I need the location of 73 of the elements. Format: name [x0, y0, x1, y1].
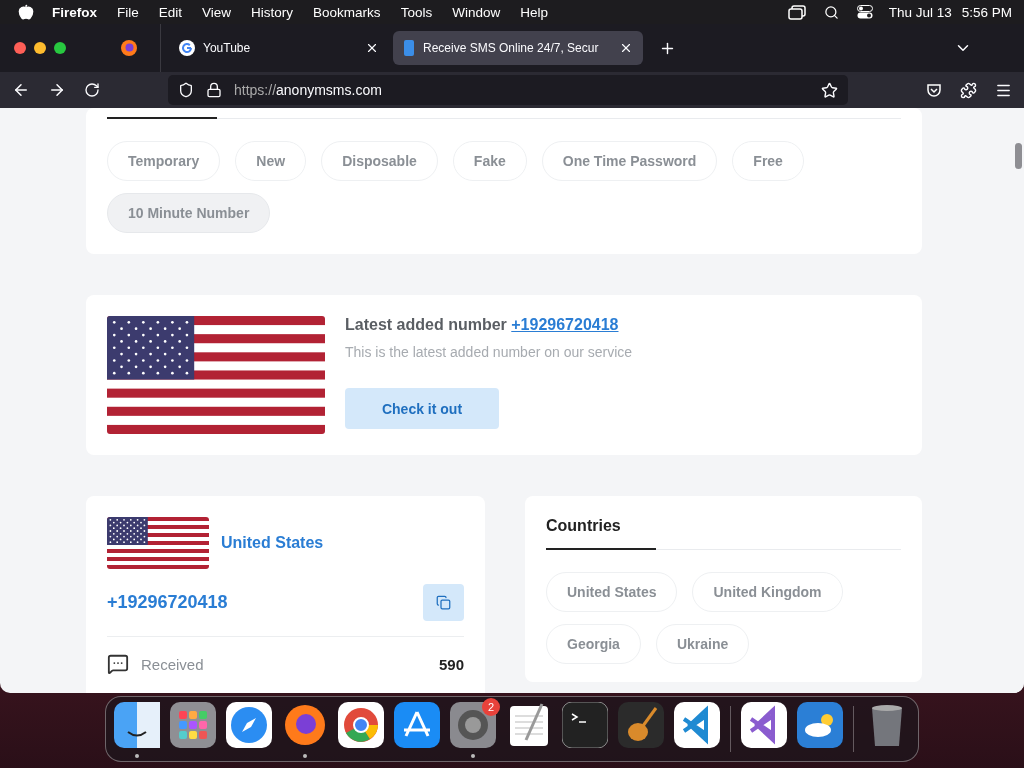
copy-icon	[436, 595, 451, 610]
menu-item[interactable]: File	[107, 4, 149, 20]
tag-chip[interactable]: Disposable	[321, 141, 438, 181]
windows-icon[interactable]	[787, 4, 806, 20]
menu-item[interactable]: Firefox	[42, 4, 107, 20]
country-chip[interactable]: Georgia	[546, 624, 641, 664]
check-it-out-button[interactable]: Check it out	[345, 388, 499, 429]
g-logo-icon	[179, 40, 195, 56]
code-ribbon-icon[interactable]	[674, 702, 720, 748]
menu-item[interactable]: Bookmarks	[303, 4, 391, 20]
search-icon[interactable]	[823, 4, 839, 20]
number-link[interactable]: +19296720418	[511, 316, 619, 333]
compass-icon[interactable]	[226, 702, 272, 748]
phone-number: +19296720418	[107, 592, 229, 613]
grid-icon[interactable]	[170, 702, 216, 748]
smiling-face-icon[interactable]	[114, 702, 160, 748]
guitar-icon[interactable]	[618, 702, 664, 748]
menu-item[interactable]: Edit	[148, 4, 193, 20]
back-icon[interactable]	[12, 81, 30, 99]
forward-icon[interactable]	[48, 81, 66, 99]
lock-icon[interactable]	[206, 82, 222, 98]
fox-icon[interactable]	[282, 702, 328, 748]
menu-item[interactable]: History	[241, 4, 304, 20]
close-tab-icon[interactable]	[365, 41, 379, 55]
address-field[interactable]: https://anonymsms.com	[168, 75, 848, 105]
tag-chip[interactable]: Free	[732, 141, 804, 181]
tag-chip[interactable]: Temporary	[107, 141, 221, 181]
stat-label: Received	[141, 655, 205, 673]
scrollbar-thumb[interactable]	[1014, 143, 1022, 169]
tab-title: Receive SMS Online 24/7, Secur	[423, 41, 600, 55]
browser-tab[interactable]: YouTube	[169, 31, 389, 65]
puzzle-icon[interactable]	[960, 81, 977, 99]
pocket-icon[interactable]	[926, 82, 942, 98]
apple-menu-icon[interactable]	[18, 4, 34, 20]
tag-chip[interactable]: 10 Minute Number	[107, 193, 271, 233]
close-window-button[interactable]	[14, 42, 26, 54]
menu-item[interactable]: Tools	[390, 4, 443, 20]
toggles-icon[interactable]	[856, 5, 873, 19]
page-icon	[403, 40, 415, 56]
date-text: Thu Jul 13	[888, 4, 952, 20]
letter-a-shape-icon[interactable]	[394, 702, 440, 748]
close-tab-icon[interactable]	[619, 41, 633, 55]
tag-chip[interactable]: Fake	[452, 141, 527, 181]
latest-heading: Latest added number +19296720418	[345, 316, 620, 334]
minimize-window-button[interactable]	[34, 42, 46, 54]
copy-button[interactable]	[423, 584, 464, 621]
terminal-icon[interactable]	[562, 702, 608, 748]
cloud-icon[interactable]	[797, 702, 843, 748]
fox-icon[interactable]	[120, 39, 138, 57]
ribbon-icon[interactable]	[741, 702, 787, 748]
message-icon	[107, 653, 129, 675]
menu-item[interactable]: View	[192, 4, 242, 20]
time-text: 5:56 PM	[961, 4, 1012, 20]
tag-chip[interactable]: New	[235, 141, 307, 181]
tag-chip[interactable]: One Time Password	[541, 141, 718, 181]
zoom-window-button[interactable]	[54, 42, 66, 54]
country-link[interactable]: United States	[221, 534, 324, 552]
menu-item[interactable]: Help	[510, 4, 558, 20]
gear-icon[interactable]	[450, 702, 496, 748]
menu-item[interactable]: Window	[442, 4, 511, 20]
shield-icon[interactable]	[178, 82, 194, 98]
notification-badge: 2	[482, 698, 500, 716]
reload-icon[interactable]	[84, 82, 100, 98]
star-icon[interactable]	[821, 81, 838, 99]
stat-value: 590	[438, 655, 464, 673]
countries-title: Countries	[546, 517, 622, 535]
country-chip[interactable]: United States	[546, 572, 678, 612]
browser-tab[interactable]: Receive SMS Online 24/7, Secur	[393, 31, 643, 65]
description-text: This is the latest added number on our service	[345, 344, 633, 360]
ring-icon[interactable]	[338, 702, 384, 748]
tab-title: YouTube	[203, 41, 252, 55]
country-chip[interactable]: Ukraine	[655, 624, 750, 664]
country-chip[interactable]: United Kingdom	[692, 572, 843, 612]
